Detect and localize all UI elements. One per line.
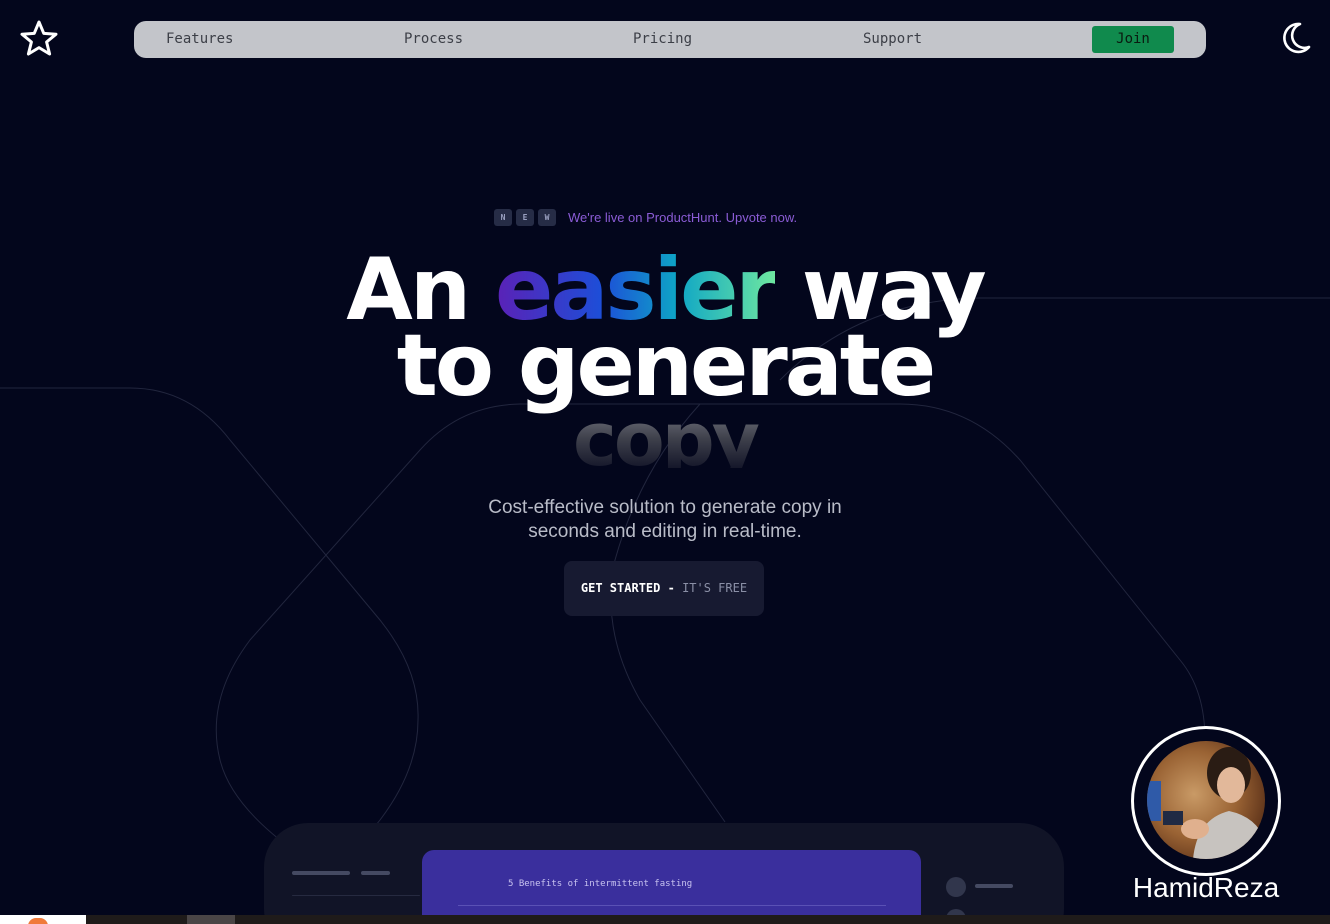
cta-main-label: GET STARTED -	[580, 581, 675, 595]
nav-link-support[interactable]: Support	[863, 21, 922, 58]
document-title: 5 Benefits of intermittent fasting	[508, 879, 693, 889]
document-divider	[458, 905, 886, 906]
app-icon	[28, 918, 48, 924]
cta-sub-label: IT'S FREE	[682, 581, 748, 595]
moon-icon[interactable]	[1278, 20, 1312, 56]
skeleton-line	[292, 871, 350, 875]
keycap-w: W	[538, 208, 556, 226]
nav-link-features[interactable]: Features	[166, 21, 233, 58]
taskbar-app-browser[interactable]	[0, 915, 86, 924]
skeleton-avatar	[946, 877, 966, 897]
navigation-bar: Features Process Pricing Support Join	[134, 21, 1206, 58]
skeleton-line	[361, 871, 390, 875]
get-started-button[interactable]: GET STARTED - IT'S FREE	[564, 561, 764, 616]
announcement: N E W We're live on ProductHunt. Upvote …	[494, 208, 797, 226]
avatar-name: HamidReza	[1132, 872, 1280, 903]
producthunt-link[interactable]: We're live on ProductHunt. Upvote now.	[568, 210, 797, 225]
skeleton-divider	[292, 895, 420, 896]
taskbar-app-window[interactable]	[187, 915, 235, 924]
avatar	[1147, 741, 1265, 859]
headline-line-3-faded: copy	[0, 400, 1330, 468]
subtitle-line-2: seconds and editing in real-time.	[528, 521, 802, 542]
nav-link-pricing[interactable]: Pricing	[633, 21, 692, 58]
app-preview-mockup: 5 Benefits of intermittent fasting	[264, 823, 1064, 924]
star-icon[interactable]	[20, 20, 58, 58]
nav-link-process[interactable]: Process	[404, 21, 463, 58]
document-panel: 5 Benefits of intermittent fasting	[422, 850, 921, 924]
avatar-photo-illustration	[1147, 747, 1265, 859]
taskbar	[0, 915, 1330, 924]
skeleton-line	[975, 884, 1013, 888]
join-button[interactable]: Join	[1092, 26, 1174, 53]
hero-subtitle: Cost-effective solution to generate copy…	[415, 496, 915, 544]
keycap-n: N	[494, 208, 512, 226]
subtitle-line-1: Cost-effective solution to generate copy…	[488, 497, 842, 518]
keycap-e: E	[516, 208, 534, 226]
